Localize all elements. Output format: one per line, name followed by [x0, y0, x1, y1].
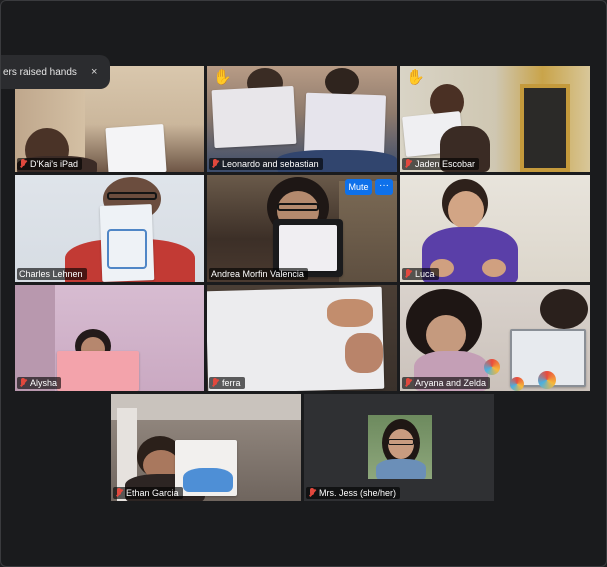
participant-name-tag: Charles Lehnen [17, 268, 87, 280]
mic-off-icon [211, 159, 219, 169]
video-tile-ethan[interactable]: Ethan Garcia [111, 394, 301, 501]
video-feed [400, 285, 590, 391]
video-feed [400, 175, 590, 282]
notification-text: ers raised hands [3, 66, 77, 78]
raised-hands-notification[interactable]: ers raised hands × [1, 55, 110, 89]
video-tile-leonardo[interactable]: ✋ Leonardo and sebastian [207, 66, 397, 172]
mic-off-icon [115, 488, 123, 498]
video-tile-charles[interactable]: Charles Lehnen [15, 175, 204, 282]
video-tile-luca[interactable]: Luca [400, 175, 590, 282]
more-options-button[interactable]: ··· [375, 179, 393, 195]
participant-name-tag: Luca [402, 268, 439, 280]
mute-button[interactable]: Mute [345, 179, 372, 195]
participant-name-tag: Alysha [17, 377, 62, 389]
participant-name-tag: D'Kai's iPad [17, 158, 82, 170]
mic-off-icon [19, 159, 27, 169]
participant-name-tag: Andrea Morfin Valencia [209, 268, 308, 280]
close-icon[interactable]: × [91, 66, 97, 78]
video-feed [400, 66, 590, 172]
video-feed [111, 394, 301, 501]
participant-name-tag: Aryana and Zelda [402, 377, 491, 389]
video-tile-aryana[interactable]: Aryana and Zelda [400, 285, 590, 391]
raised-hand-icon: ✋ [213, 69, 232, 86]
mic-off-icon [19, 378, 27, 388]
profile-picture [368, 415, 432, 479]
participant-name-tag: Leonardo and sebastian [209, 158, 323, 170]
mic-off-icon [404, 378, 412, 388]
participant-name-tag: Mrs. Jess (she/her) [306, 487, 401, 499]
video-feed [207, 66, 397, 172]
mic-off-icon [308, 488, 316, 498]
participant-name-tag: Jaden Escobar [402, 158, 480, 170]
raised-hand-icon: ✋ [406, 69, 425, 86]
video-feed [15, 175, 204, 282]
video-feed [15, 285, 204, 391]
video-tile-ferra[interactable]: ferra [207, 285, 397, 391]
video-tile-mrs-jess[interactable]: Mrs. Jess (she/her) [304, 394, 494, 501]
mic-off-icon [404, 269, 412, 279]
video-tile-andrea[interactable]: Mute ··· Andrea Morfin Valencia [207, 175, 397, 282]
video-tile-alysha[interactable]: Alysha [15, 285, 204, 391]
video-tile-jaden[interactable]: ✋ Jaden Escobar [400, 66, 590, 172]
mic-off-icon [211, 378, 219, 388]
mic-off-icon [404, 159, 412, 169]
participant-name-tag: ferra [209, 377, 245, 389]
video-feed [207, 285, 397, 391]
meeting-window: D'Kai's iPad ✋ Leonardo and sebastian ✋ … [0, 0, 607, 567]
participant-name-tag: Ethan Garcia [113, 487, 183, 499]
